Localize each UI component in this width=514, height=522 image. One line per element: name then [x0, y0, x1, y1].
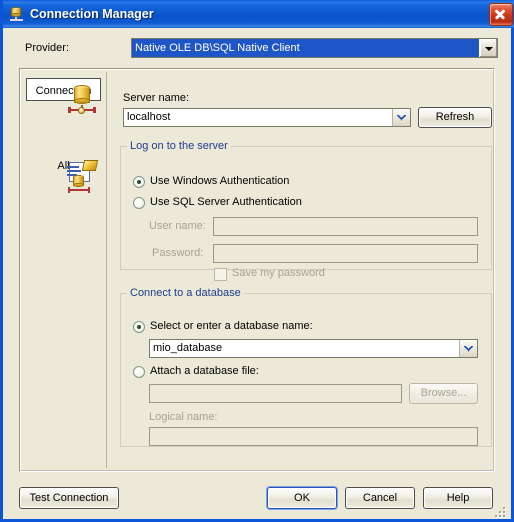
refresh-button[interactable]: Refresh [418, 107, 492, 128]
logical-name-label: Logical name: [149, 411, 218, 423]
radio-sql-auth[interactable] [133, 197, 145, 209]
sidebar-item-connection[interactable]: Connection [26, 78, 101, 114]
attach-file-field[interactable] [149, 384, 402, 403]
radio-windows-auth-label: Use Windows Authentication [150, 175, 290, 187]
provider-value: Native OLE DB\SQL Native Client [132, 39, 479, 57]
chevron-down-icon[interactable] [459, 340, 477, 357]
logical-name-field[interactable] [149, 427, 478, 446]
username-field[interactable] [213, 217, 478, 236]
test-connection-button[interactable]: Test Connection [19, 487, 119, 509]
connection-manager-icon [9, 6, 25, 22]
chevron-down-icon[interactable] [392, 109, 410, 126]
provider-row: Provider: Native OLE DB\SQL Native Clien… [3, 28, 511, 66]
connection-manager-dialog: Connection Manager Provider: Native OLE … [0, 0, 514, 522]
connection-page: Server name: localhost Refresh Log on to… [107, 72, 493, 468]
main-panel: Connection All Server name: localhost Re… [19, 68, 495, 472]
sidebar-item-all[interactable]: All [26, 154, 101, 193]
radio-windows-auth[interactable] [133, 176, 145, 188]
database-legend: Connect to a database [130, 287, 241, 299]
server-name-label: Server name: [123, 92, 190, 104]
provider-combobox[interactable]: Native OLE DB\SQL Native Client [131, 38, 498, 58]
dialog-footer: Test Connection OK Cancel Help [3, 478, 511, 522]
save-password-label: Save my password [232, 267, 325, 279]
provider-label: Provider: [25, 42, 70, 54]
server-name-combobox[interactable]: localhost [123, 108, 411, 127]
username-label: User name: [149, 220, 206, 232]
help-button[interactable]: Help [423, 487, 493, 509]
database-name-combobox[interactable]: mio_database [149, 339, 478, 358]
window-title: Connection Manager [30, 7, 154, 21]
radio-attach-file-label: Attach a database file: [150, 365, 259, 377]
database-name-value: mio_database [153, 342, 223, 354]
resize-grip-icon[interactable] [495, 507, 507, 519]
password-label: Password: [152, 247, 204, 259]
close-icon[interactable] [489, 3, 513, 26]
ok-button[interactable]: OK [267, 487, 337, 509]
cancel-button[interactable]: Cancel [345, 487, 415, 509]
sidebar: Connection All [23, 72, 107, 468]
password-field[interactable] [213, 244, 478, 263]
radio-select-database[interactable] [133, 321, 145, 333]
main-panel-inner: Connection All Server name: localhost Re… [20, 69, 494, 471]
browse-button[interactable]: Browse... [409, 383, 478, 404]
logon-legend: Log on to the server [130, 140, 228, 152]
title-bar: Connection Manager [3, 0, 514, 28]
radio-sql-auth-label: Use SQL Server Authentication [150, 196, 302, 208]
save-password-checkbox[interactable] [214, 268, 227, 281]
chevron-down-icon[interactable] [479, 39, 497, 57]
radio-select-database-label: Select or enter a database name: [150, 320, 313, 332]
database-groupbox: Connect to a database Select or enter a … [120, 287, 492, 447]
server-name-value: localhost [127, 111, 171, 123]
radio-attach-file[interactable] [133, 366, 145, 378]
logon-groupbox: Log on to the server Use Windows Authent… [120, 140, 492, 281]
